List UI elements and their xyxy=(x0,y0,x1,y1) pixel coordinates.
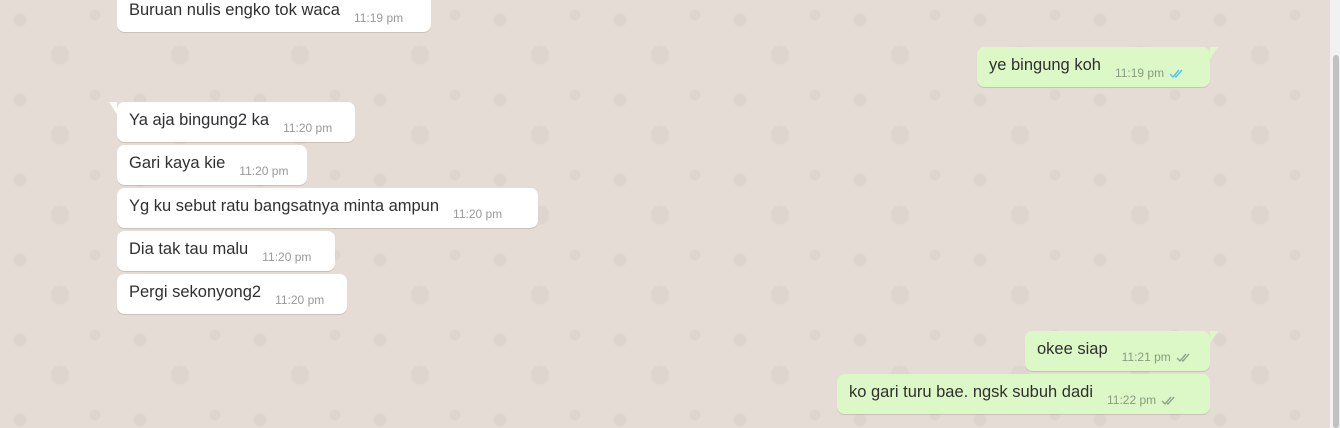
message-outgoing[interactable]: ye bingung koh 11:19 pm xyxy=(977,47,1218,87)
message-text: Ya aja bingung2 ka xyxy=(129,110,270,129)
message-meta: 11:21 pm xyxy=(1122,350,1194,364)
message-incoming[interactable]: Pergi sekonyong2 11:20 pm xyxy=(117,274,347,314)
message-time: 11:20 pm xyxy=(283,121,333,135)
double-check-delivered-icon xyxy=(1176,353,1190,362)
chat-scrollbar[interactable] xyxy=(1330,0,1340,428)
message-incoming[interactable]: Dia tak tau malu 11:20 pm xyxy=(117,231,335,271)
message-text: Pergi sekonyong2 xyxy=(129,282,262,301)
message-time: 11:19 pm xyxy=(353,11,404,25)
message-incoming[interactable]: Ya aja bingung2 ka 11:20 pm xyxy=(109,102,355,142)
message-time: 11:21 pm xyxy=(1121,350,1171,364)
double-check-read-icon xyxy=(1169,69,1183,78)
scrollbar-thumb[interactable] xyxy=(1333,55,1339,428)
message-time: 11:20 pm xyxy=(275,293,325,307)
message-incoming[interactable]: Gari kaya kie 11:20 pm xyxy=(117,145,307,185)
message-text: Yg ku sebut ratu bangsatnya minta ampun xyxy=(129,196,440,215)
message-time: 11:20 pm xyxy=(453,207,503,221)
double-check-delivered-icon xyxy=(1161,396,1175,405)
message-text: Buruan nulis engko tok waca xyxy=(129,0,340,19)
message-time: 11:19 pm xyxy=(1114,66,1165,80)
message-meta: 11:22 pm xyxy=(1107,393,1179,407)
message-text: okee siap xyxy=(1037,339,1108,358)
message-meta: 11:19 pm xyxy=(1115,66,1187,80)
chat-message-area: Buruan nulis engko tok waca 11:19 pm ye … xyxy=(0,0,1330,428)
message-text: Dia tak tau malu xyxy=(129,239,249,258)
message-time: 11:20 pm xyxy=(262,250,312,264)
message-outgoing[interactable]: ko gari turu bae. ngsk subuh dadi 11:22 … xyxy=(837,374,1210,414)
message-outgoing[interactable]: okee siap 11:21 pm xyxy=(1025,331,1218,371)
message-text: ye bingung koh xyxy=(989,55,1101,74)
message-time: 11:20 pm xyxy=(239,164,289,178)
message-incoming[interactable]: Buruan nulis engko tok waca 11:19 pm xyxy=(117,0,431,32)
message-text: Gari kaya kie xyxy=(129,153,226,172)
message-text: ko gari turu bae. ngsk subuh dadi xyxy=(849,382,1093,401)
message-time: 11:22 pm xyxy=(1107,393,1157,407)
message-incoming[interactable]: Yg ku sebut ratu bangsatnya minta ampun … xyxy=(117,188,538,228)
